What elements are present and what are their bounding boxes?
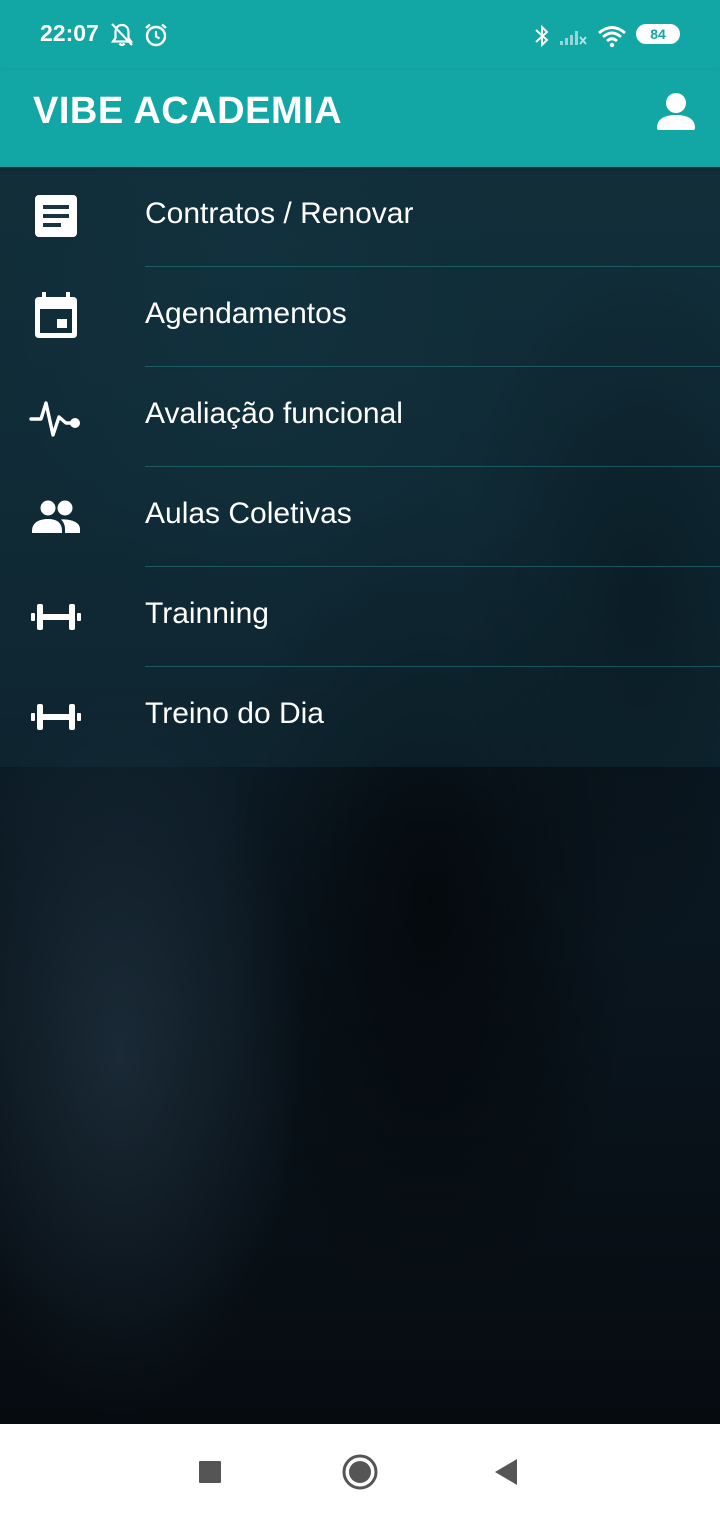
dumbbell-icon bbox=[31, 604, 81, 630]
menu-item-label: Contratos / Renovar bbox=[145, 197, 414, 230]
menu-item-label: Aulas Coletivas bbox=[145, 497, 352, 530]
status-time: 22:07 bbox=[40, 20, 99, 46]
back-triangle-icon[interactable] bbox=[486, 1448, 526, 1496]
menu-item-treino-do-dia[interactable]: Treino do Dia bbox=[0, 667, 720, 767]
system-nav-bar bbox=[0, 1424, 720, 1520]
menu-item-contratos[interactable]: Contratos / Renovar bbox=[0, 167, 720, 267]
menu-item-label: Avaliação funcional bbox=[145, 397, 403, 430]
bell-off-icon bbox=[110, 23, 134, 47]
screen: 22:07 84 VIBE ACADEMIA Contratos / Renov… bbox=[0, 0, 720, 1520]
app-bar: VIBE ACADEMIA bbox=[0, 70, 720, 167]
group-icon bbox=[32, 500, 80, 533]
dumbbell-icon bbox=[31, 704, 81, 730]
wifi-icon bbox=[598, 26, 626, 48]
app-title: VIBE ACADEMIA bbox=[33, 90, 343, 132]
calendar-icon bbox=[35, 292, 77, 338]
home-circle-icon[interactable] bbox=[336, 1448, 384, 1496]
recents-square-icon[interactable] bbox=[190, 1448, 230, 1496]
battery-icon: 84 bbox=[636, 24, 680, 44]
bluetooth-icon bbox=[535, 24, 549, 48]
menu-item-label: Trainning bbox=[145, 597, 269, 630]
status-bar: 22:07 84 bbox=[0, 0, 720, 70]
account-icon[interactable] bbox=[652, 88, 700, 136]
menu-item-trainning[interactable]: Trainning bbox=[0, 567, 720, 667]
alarm-icon bbox=[145, 23, 167, 47]
menu-item-label: Agendamentos bbox=[145, 297, 347, 330]
heartbeat-icon bbox=[29, 401, 80, 437]
menu-item-avaliacao[interactable]: Avaliação funcional bbox=[0, 367, 720, 467]
menu-item-label: Treino do Dia bbox=[145, 697, 324, 730]
document-icon bbox=[35, 195, 77, 237]
signal-icon bbox=[560, 31, 587, 45]
menu-item-aulas-coletivas[interactable]: Aulas Coletivas bbox=[0, 467, 720, 567]
menu-item-agendamentos[interactable]: Agendamentos bbox=[0, 267, 720, 367]
main-menu: Contratos / Renovar Agendamentos Avaliaç… bbox=[0, 167, 720, 767]
